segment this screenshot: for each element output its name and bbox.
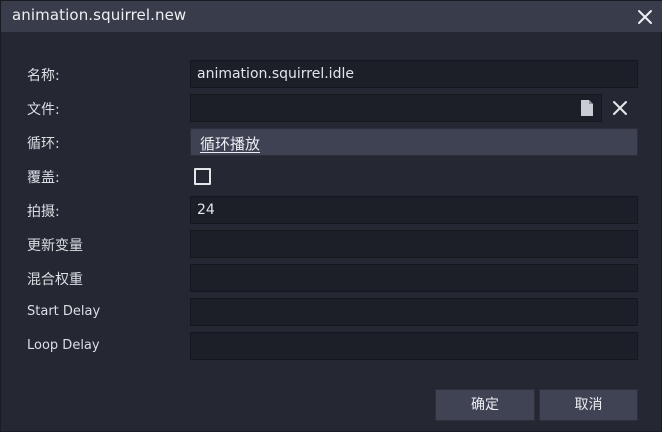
document-icon[interactable] <box>578 99 596 117</box>
loop-delay-input[interactable] <box>190 332 638 360</box>
dialog-window: animation.squirrel.new 名称: 文件: 循环: <box>0 0 662 432</box>
override-label: 覆盖: <box>27 170 60 186</box>
update-variables-row: 更新变量 <box>1 230 662 258</box>
file-row: 文件: <box>1 94 662 122</box>
start-delay-row: Start Delay <box>1 298 662 326</box>
name-row: 名称: <box>1 60 662 88</box>
file-label: 文件: <box>27 102 60 118</box>
frames-row: 拍摄: <box>1 196 662 224</box>
blend-weight-input[interactable] <box>190 264 638 292</box>
update-variables-label: 更新变量 <box>27 238 83 254</box>
loop-delay-label: Loop Delay <box>27 338 100 353</box>
name-label: 名称: <box>27 68 60 84</box>
loop-delay-row: Loop Delay <box>1 332 662 360</box>
start-delay-label: Start Delay <box>27 304 101 319</box>
clear-file-icon[interactable] <box>611 99 629 117</box>
cancel-button[interactable]: 取消 <box>539 389 638 421</box>
loop-mode-select[interactable]: 循环播放 <box>190 128 638 156</box>
frames-label: 拍摄: <box>27 204 60 220</box>
loop-label: 循环: <box>27 136 60 152</box>
loop-mode-value: 循环播放 <box>200 135 261 153</box>
title-bar: animation.squirrel.new <box>1 1 662 32</box>
start-delay-input[interactable] <box>190 298 638 326</box>
loop-row: 循环: 循环播放 <box>1 128 662 156</box>
update-variables-input[interactable] <box>190 230 638 258</box>
window-title: animation.squirrel.new <box>12 6 187 24</box>
frames-input[interactable] <box>190 196 638 224</box>
blend-weight-label: 混合权重 <box>27 272 83 288</box>
name-input[interactable] <box>190 60 638 88</box>
file-input[interactable] <box>190 94 602 122</box>
blend-weight-row: 混合权重 <box>1 264 662 292</box>
override-checkbox[interactable] <box>194 168 211 185</box>
override-row: 覆盖: <box>1 162 662 190</box>
ok-button[interactable]: 确定 <box>435 389 535 421</box>
close-icon[interactable] <box>635 7 655 27</box>
